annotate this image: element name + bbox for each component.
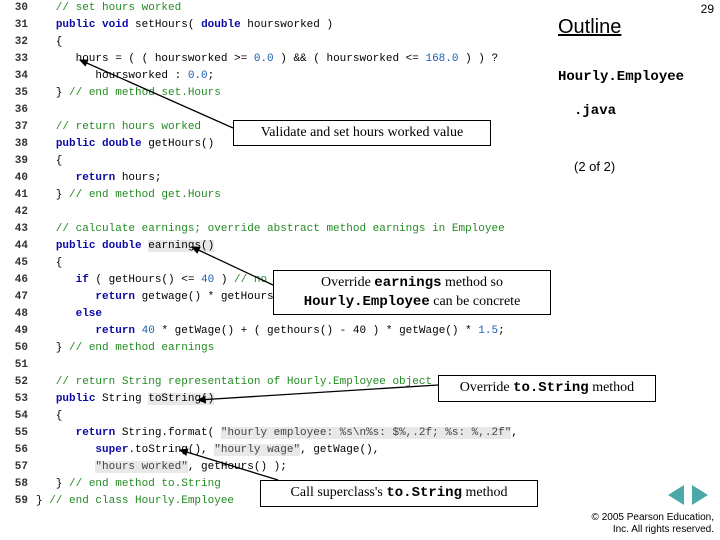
nav-buttons [666, 485, 710, 510]
outline-heading: Outline [558, 16, 714, 39]
code-line: 43 // calculate earnings; override abstr… [0, 221, 560, 238]
callout-override-earnings: Override earnings method so Hourly.Emplo… [273, 270, 551, 315]
code-line: 31 public void setHours( double hourswor… [0, 17, 560, 34]
file-extension: .java [574, 103, 714, 119]
code-line: 56 super.toString(), "hourly wage", getW… [0, 442, 560, 459]
code-line: 40 return hours; [0, 170, 560, 187]
code-line: 42 [0, 204, 560, 221]
code-line: 33 hours = ( ( hoursworked >= 0.0 ) && (… [0, 51, 560, 68]
code-line: 54 { [0, 408, 560, 425]
code-line: 57 "hours worked", getHours() ); [0, 459, 560, 476]
next-slide-button[interactable] [692, 485, 708, 505]
copyright-footer: © 2005 Pearson Education, Inc. All right… [592, 512, 714, 536]
outline-sidebar: 29 Outline Hourly.Employee .java (2 of 2… [548, 0, 720, 182]
page-indicator: (2 of 2) [574, 159, 714, 174]
page-number: 29 [701, 2, 714, 16]
code-line: 44 public double earnings() [0, 238, 560, 255]
code-line: 50 } // end method earnings [0, 340, 560, 357]
code-line: 30 // set hours worked [0, 0, 560, 17]
code-line: 32 { [0, 34, 560, 51]
code-line: 51 [0, 357, 560, 374]
class-name: Hourly.Employee [558, 69, 714, 85]
code-line: 36 [0, 102, 560, 119]
code-line: 35 } // end method set.Hours [0, 85, 560, 102]
code-line: 41 } // end method get.Hours [0, 187, 560, 204]
callout-override-tostring: Override to.String method [438, 375, 656, 402]
code-line: 39 { [0, 153, 560, 170]
prev-slide-button[interactable] [668, 485, 684, 505]
code-listing: 30 // set hours worked31 public void set… [0, 0, 560, 510]
code-line: 34 hoursworked : 0.0; [0, 68, 560, 85]
callout-call-superclass: Call superclass's to.String method [260, 480, 538, 507]
code-line: 49 return 40 * getWage() + ( gethours() … [0, 323, 560, 340]
callout-text: Validate and set hours worked value [261, 125, 464, 140]
code-line: 55 return String.format( "hourly employe… [0, 425, 560, 442]
callout-validate-hours: Validate and set hours worked value [233, 120, 491, 146]
